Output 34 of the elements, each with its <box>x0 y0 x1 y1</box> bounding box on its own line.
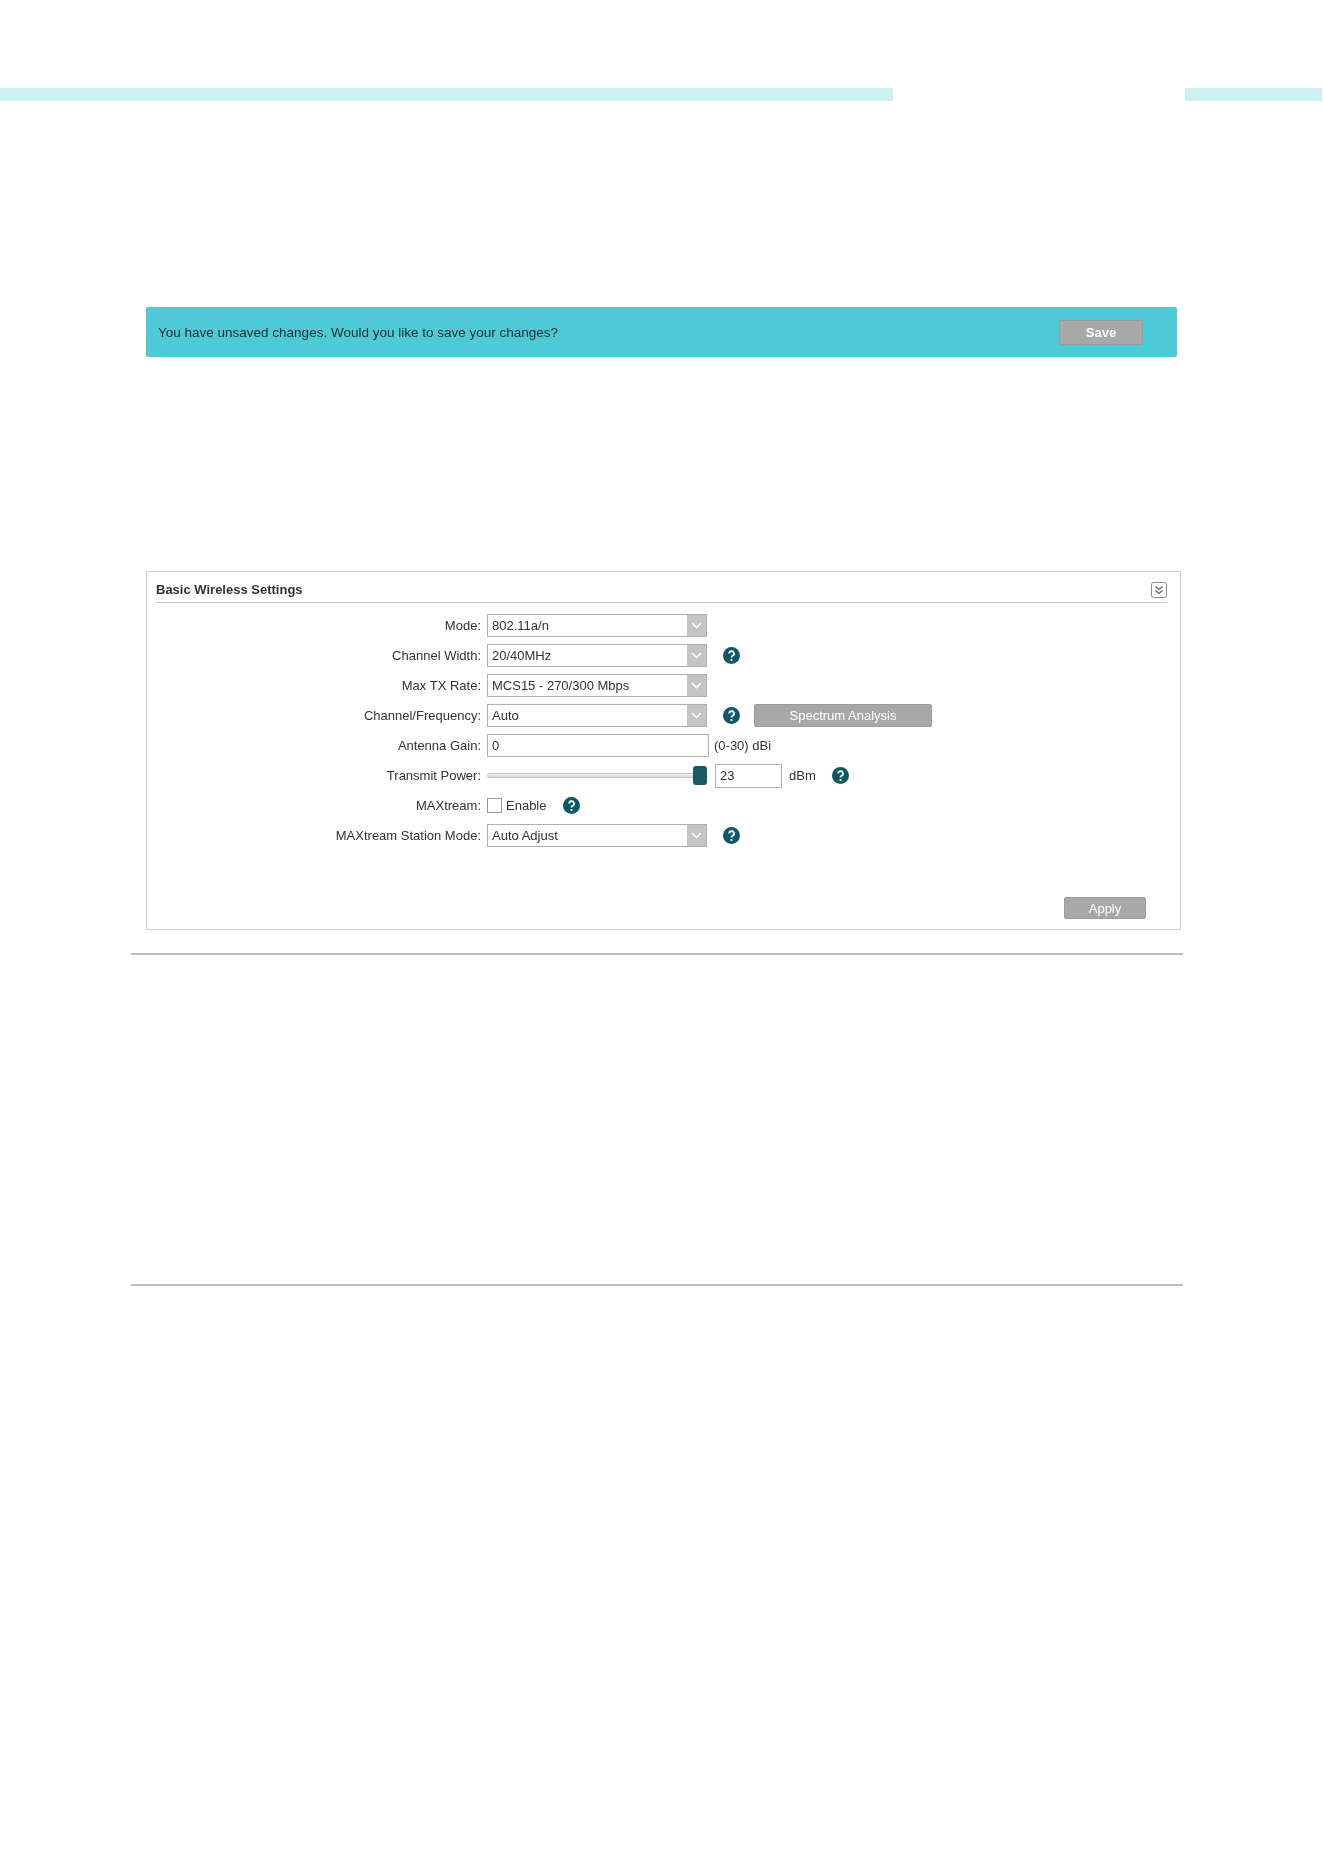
help-icon[interactable] <box>723 647 740 664</box>
help-icon[interactable] <box>563 797 581 814</box>
help-icon[interactable] <box>831 767 849 784</box>
field-label: MAXtream Station Mode: <box>334 828 481 843</box>
caret-icon <box>687 645 706 666</box>
help-icon[interactable] <box>723 707 740 724</box>
checkbox-label[interactable]: Enable <box>506 798 547 813</box>
caret-icon <box>687 705 706 726</box>
field-label: MAXtream: <box>415 798 481 813</box>
field-label: Channel/Frequency: <box>362 708 481 723</box>
dropdown[interactable]: MCS15 - 270/300 Mbps <box>487 674 707 697</box>
caret-icon <box>687 825 706 846</box>
checkbox[interactable] <box>487 798 502 813</box>
dropdown[interactable]: 802.11a/n <box>487 614 707 637</box>
field-label: Mode: <box>443 618 481 633</box>
slider-thumb[interactable] <box>693 766 707 785</box>
text-field[interactable]: 0 <box>487 734 709 757</box>
caret-icon <box>687 615 706 636</box>
unit-label: (0-30) dBi <box>714 738 772 753</box>
field-label: Max TX Rate: <box>400 678 481 693</box>
unit-label: dBm <box>789 768 816 783</box>
dropdown[interactable]: Auto Adjust <box>487 824 707 847</box>
slider-track[interactable] <box>487 766 707 785</box>
dropdown[interactable]: Auto <box>487 704 707 727</box>
text-field[interactable]: 23 <box>715 763 782 788</box>
field-label: Channel Width: <box>391 648 481 663</box>
field-label: Transmit Power: <box>385 768 481 783</box>
notice-message: You have unsaved changes. Would you like to save your changes? <box>158 324 559 340</box>
dropdown[interactable]: 20/40MHz <box>487 644 707 667</box>
field-label: Antenna Gain: <box>396 738 481 753</box>
collapse-icon[interactable] <box>1151 582 1167 598</box>
help-icon[interactable] <box>723 827 740 844</box>
caret-icon <box>687 675 706 696</box>
panel-title: Basic Wireless Settings <box>156 581 303 599</box>
